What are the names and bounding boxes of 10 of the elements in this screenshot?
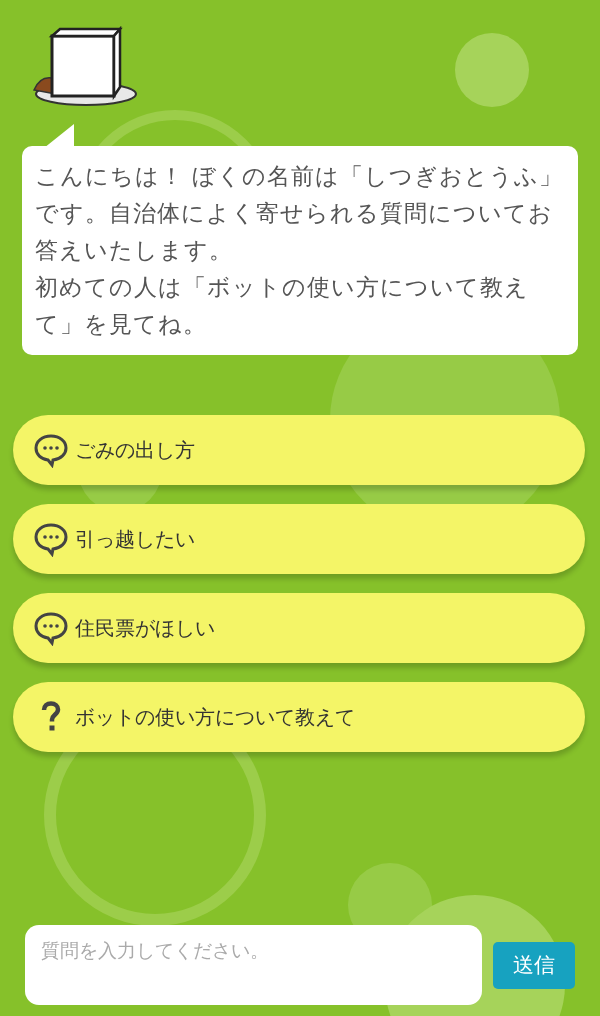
speech-bubble-icon: [33, 610, 69, 646]
suggestion-button[interactable]: 引っ越したい: [13, 504, 585, 574]
greeting-text: 初めての人は「ボットの使い方について教えて」を見てね。: [35, 273, 530, 339]
suggestion-button[interactable]: ボットの使い方について教えて: [13, 682, 585, 752]
greeting-text: こんにちは！ ぼくの名前は「しつぎおとうふ」です。自治体によく寄せられる質問についてお答えいたします。: [35, 162, 565, 265]
speech-bubble-icon: [33, 432, 69, 468]
question-input[interactable]: 質問を入力してください。: [25, 925, 482, 1005]
suggestion-button[interactable]: ごみの出し方: [13, 415, 585, 485]
speech-bubble-icon: [33, 521, 69, 557]
suggestion-button[interactable]: 住民票がほしい: [13, 593, 585, 663]
